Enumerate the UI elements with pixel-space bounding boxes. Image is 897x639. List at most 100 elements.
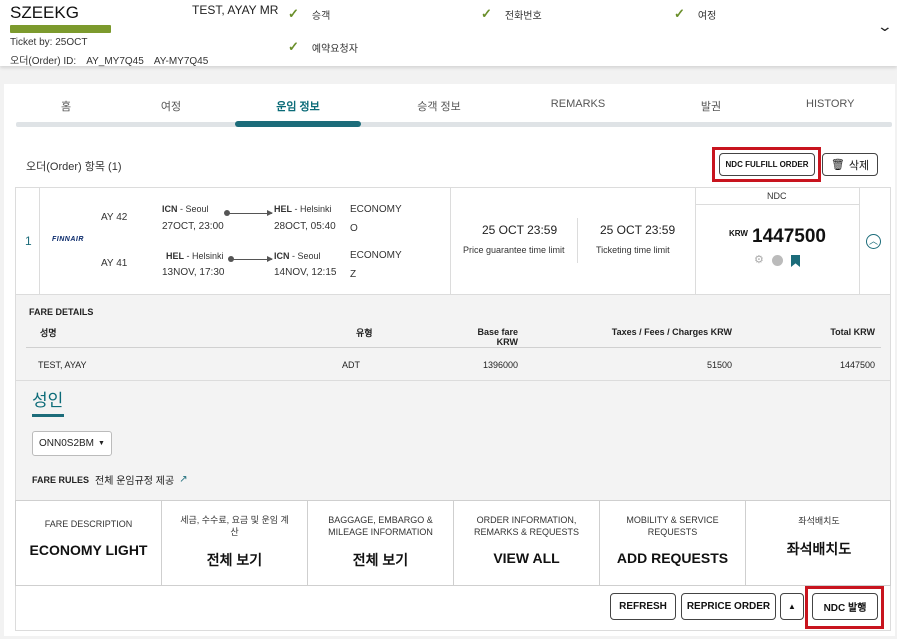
order-id: 오더(Order) ID: AY_MY7Q45 AY-MY7Q45 bbox=[10, 52, 218, 67]
check-icon: ✓ bbox=[288, 39, 299, 54]
price-guarantee-date: 25 OCT 23:59 bbox=[482, 223, 558, 237]
check-label: 승객 bbox=[311, 10, 331, 22]
fare-info-tiles: FARE DESCRIPTION ECONOMY LIGHT 세금, 수수료, … bbox=[15, 500, 891, 586]
city: Helsinki bbox=[300, 204, 332, 214]
fare-rules: FARE RULES 전체 운임규정 제공 ↗ bbox=[32, 472, 188, 487]
tab-underline bbox=[16, 122, 892, 127]
gear-icon[interactable]: ⚙ bbox=[754, 253, 764, 266]
tile-label: 세금, 수수료, 요금 및 운임 계산 bbox=[180, 515, 289, 537]
cabin-1: ECONOMY bbox=[350, 204, 402, 215]
delete-label: 삭제 bbox=[848, 159, 870, 172]
check-passenger: ✓ 승객 bbox=[288, 6, 330, 22]
refresh-button[interactable]: REFRESH bbox=[610, 593, 676, 620]
airport-code: ICN bbox=[162, 204, 178, 214]
collapse-chevron-icon[interactable]: ︿ bbox=[866, 234, 881, 249]
ndc-fulfill-order-button[interactable]: NDC FULFILL ORDER bbox=[719, 153, 815, 176]
expand-header-chevron-icon[interactable]: ⌄ bbox=[877, 18, 893, 35]
col-header-name: 성명 bbox=[40, 328, 57, 338]
airport-code: HEL bbox=[166, 251, 184, 261]
departure-2: HEL - Helsinki bbox=[166, 251, 224, 261]
col-header-type: 유형 bbox=[356, 328, 373, 338]
departure-time-1: 27OCT, 23:00 bbox=[162, 221, 224, 232]
order-items-title: 오더(Order) 항목 (1) bbox=[26, 161, 122, 173]
adult-title-underline bbox=[32, 414, 64, 417]
trash-icon: 🗑 bbox=[830, 159, 845, 171]
fare-basis-select[interactable]: ONN0S2BM ▼ bbox=[32, 431, 112, 456]
check-icon: ✓ bbox=[481, 6, 492, 21]
tile-baggage[interactable]: BAGGAGE, EMBARGO & MILEAGE INFORMATION 전… bbox=[308, 501, 454, 585]
tile-fare-description[interactable]: FARE DESCRIPTION ECONOMY LIGHT bbox=[16, 501, 162, 585]
cell-taxes: 51500 bbox=[706, 360, 732, 370]
total-price: 1447500 bbox=[752, 226, 826, 247]
bookmark-icon[interactable] bbox=[791, 255, 800, 267]
cabin-2: ECONOMY bbox=[350, 250, 402, 261]
circle-icon[interactable] bbox=[772, 255, 783, 266]
tile-label: 좌석배치도 bbox=[798, 516, 840, 526]
check-icon: ✓ bbox=[288, 6, 299, 21]
fare-basis-value: ONN0S2BM bbox=[39, 438, 95, 449]
order-id-value-2: AY-MY7Q45 bbox=[153, 56, 209, 67]
order-id-value-1: AY_MY7Q45 bbox=[86, 56, 144, 67]
airport-code: ICN bbox=[274, 251, 290, 261]
tab-remarks[interactable]: REMARKS bbox=[550, 98, 606, 110]
ndc-issue-button[interactable]: NDC 발행 bbox=[812, 593, 878, 620]
fare-details-section bbox=[15, 295, 891, 500]
city: Seoul bbox=[297, 251, 321, 261]
route-arrow-icon bbox=[224, 210, 273, 216]
adult-section-title: 성인 bbox=[32, 391, 64, 410]
tab-active-indicator bbox=[235, 121, 361, 127]
pnr-code: SZEEKG bbox=[10, 3, 79, 22]
tile-order-information[interactable]: ORDER INFORMATION, REMARKS & REQUESTS VI… bbox=[454, 501, 600, 585]
check-label: 전화번호 bbox=[504, 10, 542, 22]
check-itinerary: ✓ 여정 bbox=[674, 6, 716, 22]
row-number: 1 bbox=[25, 234, 32, 248]
ticketing-date: 25 OCT 23:59 bbox=[600, 223, 676, 237]
ticket-by: Ticket by: 25OCT bbox=[10, 37, 88, 48]
order-id-label: 오더(Order) ID: bbox=[10, 56, 77, 67]
check-label: 예약요청자 bbox=[311, 43, 358, 55]
check-label: 여정 bbox=[697, 10, 717, 22]
check-booker: ✓ 예약요청자 bbox=[288, 39, 358, 55]
tab-passenger-info[interactable]: 승객 정보 bbox=[412, 98, 466, 114]
arrival-2: ICN - Seoul bbox=[274, 251, 321, 261]
price-guarantee-label: Price guarantee time limit bbox=[463, 245, 565, 255]
reprice-order-button[interactable]: REPRICE ORDER bbox=[681, 593, 776, 620]
departure-time-2: 13NOV, 17:30 bbox=[162, 267, 225, 278]
tile-seat-map[interactable]: 좌석배치도 좌석배치도 bbox=[746, 501, 892, 585]
tile-mobility-service[interactable]: MOBILITY & SERVICE REQUESTS ADD REQUESTS bbox=[600, 501, 746, 585]
fare-rules-link[interactable]: 전체 운임규정 제공 bbox=[95, 472, 174, 487]
tile-label: MOBILITY & SERVICE REQUESTS bbox=[626, 515, 719, 537]
arrival-time-1: 28OCT, 05:40 bbox=[274, 221, 336, 232]
tab-itinerary[interactable]: 여정 bbox=[156, 98, 186, 114]
tab-history[interactable]: HISTORY bbox=[806, 98, 855, 110]
passenger-name: TEST, AYAY MR bbox=[192, 3, 279, 17]
arrival-time-2: 14NOV, 12:15 bbox=[274, 267, 337, 278]
tab-fare-info[interactable]: 운임 정보 bbox=[266, 98, 330, 114]
caret-up-icon[interactable]: ▲ bbox=[780, 593, 804, 620]
class-1: O bbox=[350, 223, 358, 234]
tab-bar: 홈 여정 운임 정보 승객 정보 REMARKS 발권 HISTORY bbox=[16, 94, 892, 128]
delete-button[interactable]: 🗑 삭제 bbox=[822, 153, 878, 176]
external-link-icon[interactable]: ↗ bbox=[179, 474, 187, 485]
cell-name: TEST, AYAY bbox=[38, 360, 87, 370]
caret-down-icon: ▼ bbox=[98, 440, 105, 447]
col-header-total: Total KRW bbox=[830, 327, 875, 337]
tile-value: 전체 보기 bbox=[206, 552, 263, 568]
cell-base-fare: 1396000 bbox=[482, 360, 518, 370]
arrival-1: HEL - Helsinki bbox=[274, 204, 332, 214]
ndc-label: NDC bbox=[767, 191, 787, 201]
tile-value: ECONOMY LIGHT bbox=[29, 542, 148, 558]
flight-number-1: AY 42 bbox=[101, 212, 128, 223]
col-header-taxes: Taxes / Fees / Charges KRW bbox=[611, 327, 732, 337]
city: Seoul bbox=[185, 204, 209, 214]
tab-home[interactable]: 홈 bbox=[56, 98, 76, 114]
main-card: 홈 여정 운임 정보 승객 정보 REMARKS 발권 HISTORY 오더(O… bbox=[4, 84, 895, 636]
tab-ticketing[interactable]: 발권 bbox=[696, 98, 726, 114]
airport-code: HEL bbox=[274, 204, 292, 214]
tile-taxes-fees[interactable]: 세금, 수수료, 요금 및 운임 계산 전체 보기 bbox=[162, 501, 308, 585]
tile-label: FARE DESCRIPTION bbox=[44, 519, 133, 529]
tile-value: 전체 보기 bbox=[352, 552, 409, 568]
cell-type: ADT bbox=[342, 360, 360, 370]
currency: KRW bbox=[729, 229, 748, 238]
tile-label: BAGGAGE, EMBARGO & MILEAGE INFORMATION bbox=[328, 515, 433, 537]
